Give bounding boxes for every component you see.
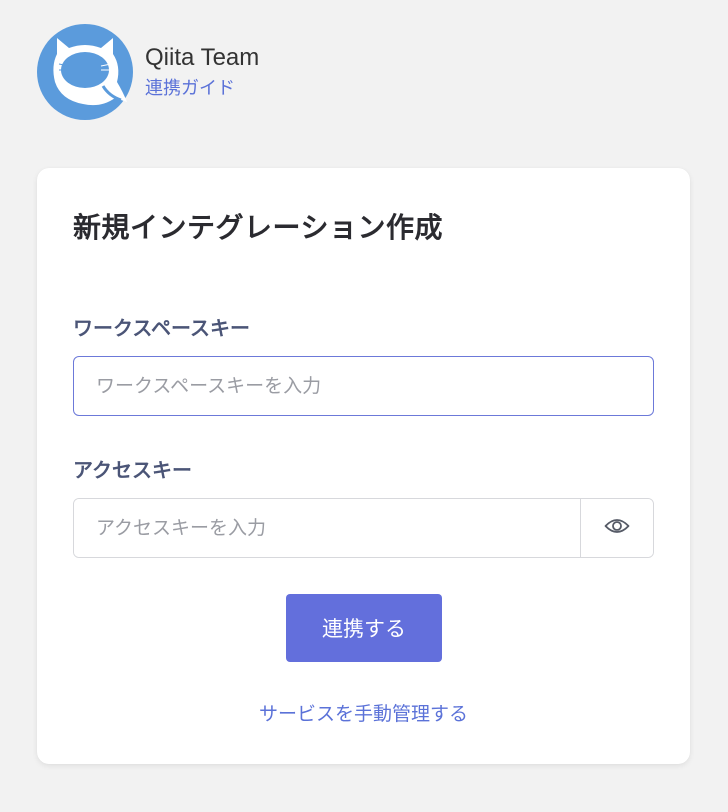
access-key-label: アクセスキー [73,458,192,482]
workspace-key-label: ワークスペースキー [73,316,250,340]
workspace-key-input[interactable] [73,356,654,416]
access-key-field [73,498,654,558]
integration-guide-link[interactable]: 連携ガイド [145,77,259,101]
show-password-toggle[interactable] [580,499,653,557]
qiita-cat-logo-icon [37,24,133,120]
integration-form-card: 新規インテグレーション作成 ワークスペースキー アクセスキー 連携する サービス… [37,168,690,764]
eye-icon [604,517,630,539]
app-header: Qiita Team 連携ガイド [37,24,259,120]
page-title: 新規インテグレーション作成 [73,211,443,244]
header-text: Qiita Team 連携ガイド [145,43,259,101]
access-key-input[interactable] [74,499,581,557]
app-name: Qiita Team [145,44,260,71]
manual-manage-link[interactable]: サービスを手動管理する [37,699,690,726]
connect-button[interactable]: 連携する [286,594,442,662]
